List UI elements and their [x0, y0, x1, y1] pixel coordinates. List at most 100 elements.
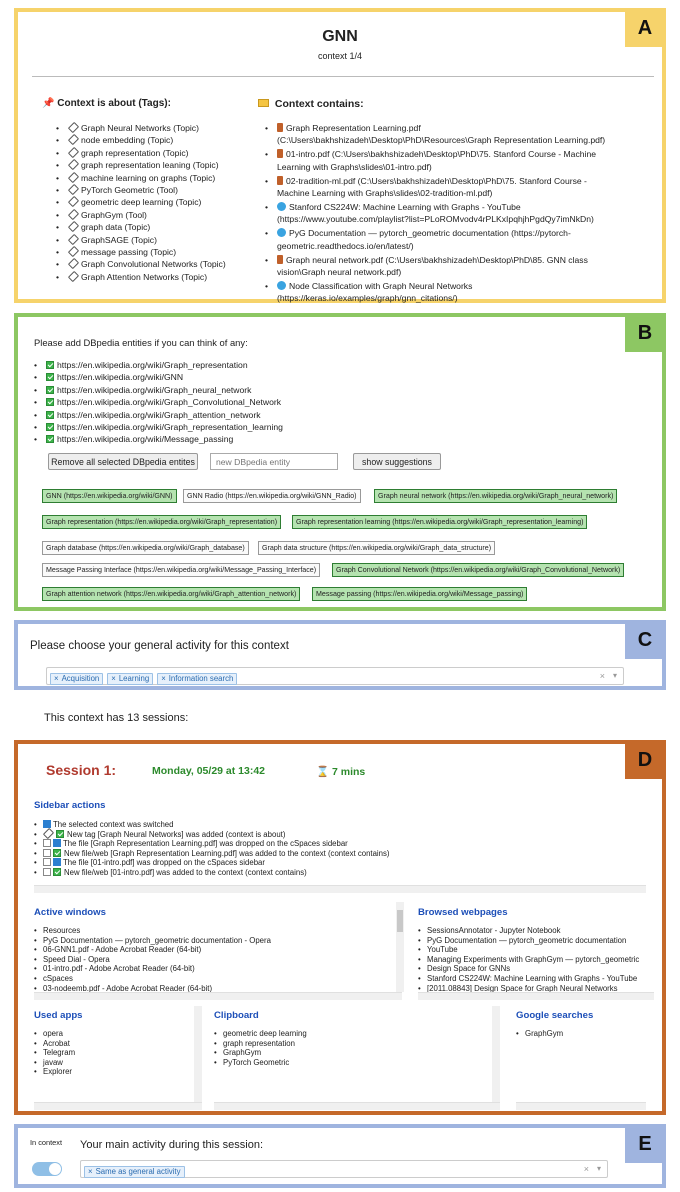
context-item[interactable]: Graph neural network.pdf (C:\Users\bakhs… — [265, 254, 657, 279]
activity-select[interactable]: × Acquisition × Learning × Information search… — [46, 667, 624, 685]
list-item: PyG Documentation — pytorch_geometric do… — [34, 936, 394, 946]
activity-token[interactable]: × Same as general activity — [84, 1166, 185, 1178]
remove-token-icon[interactable]: × — [54, 674, 59, 683]
tag-item[interactable]: message passing (Topic) — [56, 245, 256, 259]
browsed-webpages-heading: Browsed webpages — [418, 907, 508, 918]
remove-entities-button[interactable]: Remove all selected DBpedia entites — [48, 453, 198, 470]
suggestion-chip[interactable]: Graph attention network (https://en.wiki… — [42, 587, 301, 601]
context-item[interactable]: PyG Documentation — pytorch_geometric do… — [265, 227, 657, 252]
remove-token-icon[interactable]: × — [111, 674, 116, 683]
box-icon — [43, 858, 51, 867]
active-windows-list: ResourcesPyG Documentation — pytorch_geo… — [34, 926, 394, 993]
activity-token[interactable]: × Learning — [107, 673, 154, 685]
tag-item[interactable]: graph data (Topic) — [56, 221, 256, 234]
active-hscroll[interactable] — [34, 992, 402, 1000]
entity-item[interactable]: https://en.wikipedia.org/wiki/Graph_atte… — [34, 409, 434, 422]
checkbox-checked-icon[interactable] — [46, 373, 54, 382]
show-suggestions-button[interactable]: show suggestions — [353, 453, 441, 470]
tag-item[interactable]: Graph Neural Networks (Topic) — [56, 121, 256, 135]
text: PyTorch Geometric (Tool) — [81, 185, 178, 196]
tag-item[interactable]: PyTorch Geometric (Tool) — [56, 183, 256, 197]
entity-item[interactable]: https://en.wikipedia.org/wiki/GNN — [34, 371, 434, 384]
tag-item[interactable]: node embedding (Topic) — [56, 134, 256, 147]
context-item[interactable]: 02-tradition-ml.pdf (C:\Users\bakhshizad… — [265, 175, 657, 200]
activity-token[interactable]: × Acquisition — [50, 673, 104, 685]
text: Learning — [118, 674, 150, 683]
blue-icon — [53, 858, 61, 867]
context-item[interactable]: Graph Representation Learning.pdf (C:\Use… — [265, 122, 657, 147]
text: geometric deep learning (Topic) — [81, 197, 202, 208]
web-icon — [277, 228, 286, 238]
apps-vscroll[interactable] — [194, 1006, 202, 1102]
suggestion-chip[interactable]: Graph database (https://en.wikipedia.org… — [42, 541, 249, 555]
suggestion-chip[interactable]: Graph Convolutional Network (https://en.… — [332, 563, 625, 577]
tag-item[interactable]: graph representation (Topic) — [56, 146, 256, 160]
entity-item[interactable]: https://en.wikipedia.org/wiki/Graph_neur… — [34, 384, 434, 397]
session-activity-select[interactable]: × Same as general activity × ▾ — [80, 1160, 608, 1178]
tag-icon — [67, 183, 80, 196]
blue-icon — [53, 839, 61, 848]
suggestion-chip[interactable]: Message Passing Interface (https://en.wi… — [42, 563, 321, 577]
active-vscroll[interactable] — [396, 902, 404, 992]
remove-token-icon[interactable]: × — [161, 674, 166, 683]
suggestion-chip[interactable]: Graph representation learning (https://e… — [292, 515, 588, 529]
tag-item[interactable]: GraphSAGE (Topic) — [56, 233, 256, 246]
tag-item[interactable]: machine learning on graphs (Topic) — [56, 171, 256, 184]
text: (https://keras.io/examples/graph/gnn_cit… — [277, 293, 458, 304]
in-context-toggle[interactable] — [32, 1162, 62, 1176]
chevron-down-icon[interactable]: ▾ — [613, 671, 617, 680]
suggestion-chip[interactable]: GNN Radio (https://en.wikipedia.org/wiki… — [183, 489, 361, 503]
clear-icon[interactable]: × — [584, 1164, 589, 1174]
tag-item[interactable]: Graph Convolutional Networks (Topic) — [56, 258, 256, 271]
suggestion-chip[interactable]: Graph neural network (https://en.wikiped… — [374, 489, 618, 503]
suggestion-chip[interactable]: Message passing (https://en.wikipedia.or… — [312, 587, 528, 601]
pdf-icon — [277, 254, 283, 264]
tag-icon — [67, 221, 80, 233]
entity-item[interactable]: https://en.wikipedia.org/wiki/Message_pa… — [34, 433, 434, 446]
list-item: Stanford CS224W: Machine Learning with G… — [418, 974, 658, 984]
browsed-hscroll[interactable] — [418, 992, 654, 1000]
tag-item[interactable]: graph representation leaning (Topic) — [56, 159, 256, 172]
clear-icon[interactable]: × — [600, 671, 605, 681]
clip-vscroll[interactable] — [492, 1006, 500, 1102]
list-item: 01-intro.pdf - Adobe Acrobat Reader (64-… — [34, 964, 394, 974]
tag-item[interactable]: geometric deep learning (Topic) — [56, 196, 256, 209]
checkbox-checked-icon[interactable] — [46, 435, 54, 444]
suggestion-chip[interactable]: GNN (https://en.wikipedia.org/wiki/GNN) — [42, 489, 177, 503]
label-d: D — [625, 741, 665, 779]
entity-item[interactable]: https://en.wikipedia.org/wiki/Graph_Conv… — [34, 396, 434, 409]
checkbox-checked-icon[interactable] — [46, 361, 54, 369]
tag-item[interactable]: Graph Attention Networks (Topic) — [56, 270, 256, 284]
context-item[interactable]: Node Classification with Graph Neural Ne… — [265, 280, 657, 305]
entity-item[interactable]: https://en.wikipedia.org/wiki/Graph_repr… — [34, 421, 434, 434]
chevron-down-icon[interactable]: ▾ — [597, 1164, 601, 1173]
activity-token[interactable]: × Information search — [157, 673, 238, 685]
checkbox-checked-icon[interactable] — [46, 410, 54, 419]
text: Graph Representation Learning.pdf — [286, 123, 421, 133]
tag-item[interactable]: GraphGym (Tool) — [56, 208, 256, 222]
checkbox-checked-icon[interactable] — [46, 423, 54, 432]
contains-list: Graph Representation Learning.pdf (C:\Use… — [265, 122, 657, 306]
context-item[interactable]: Stanford CS224W: Machine Learning with G… — [265, 201, 657, 226]
context-item[interactable]: 01-intro.pdf (C:\Users\bakhshizadeh\Desk… — [265, 148, 657, 173]
tag-icon — [67, 134, 80, 146]
new-entity-input[interactable] — [210, 453, 338, 470]
session-date: Monday, 05/29 at 13:42 — [152, 765, 266, 777]
actions-scrollbar[interactable] — [34, 885, 646, 893]
apps-hscroll[interactable] — [34, 1102, 202, 1110]
list-item: GraphGym — [516, 1029, 646, 1039]
clip-hscroll[interactable] — [214, 1102, 500, 1110]
entity-item[interactable]: https://en.wikipedia.org/wiki/Graph_repr… — [34, 359, 434, 372]
google-hscroll[interactable] — [516, 1102, 646, 1110]
checkbox-checked-icon[interactable] — [46, 385, 54, 394]
text: Speed Dial - Opera — [43, 954, 110, 964]
suggestion-chip[interactable]: Graph data structure (https://en.wikiped… — [258, 541, 496, 555]
checkbox-checked-icon[interactable] — [46, 398, 54, 407]
suggestion-chip[interactable]: Graph representation (https://en.wikiped… — [42, 515, 282, 529]
chk-icon — [56, 829, 64, 838]
box-icon — [43, 848, 51, 857]
google-searches-list: GraphGym — [516, 1029, 646, 1039]
remove-token-icon[interactable]: × — [88, 1167, 93, 1176]
about-heading: 📌 Context is about (Tags): — [42, 98, 171, 109]
text: Graph neural network.pdf (C:\Users\bakhs… — [286, 254, 588, 265]
